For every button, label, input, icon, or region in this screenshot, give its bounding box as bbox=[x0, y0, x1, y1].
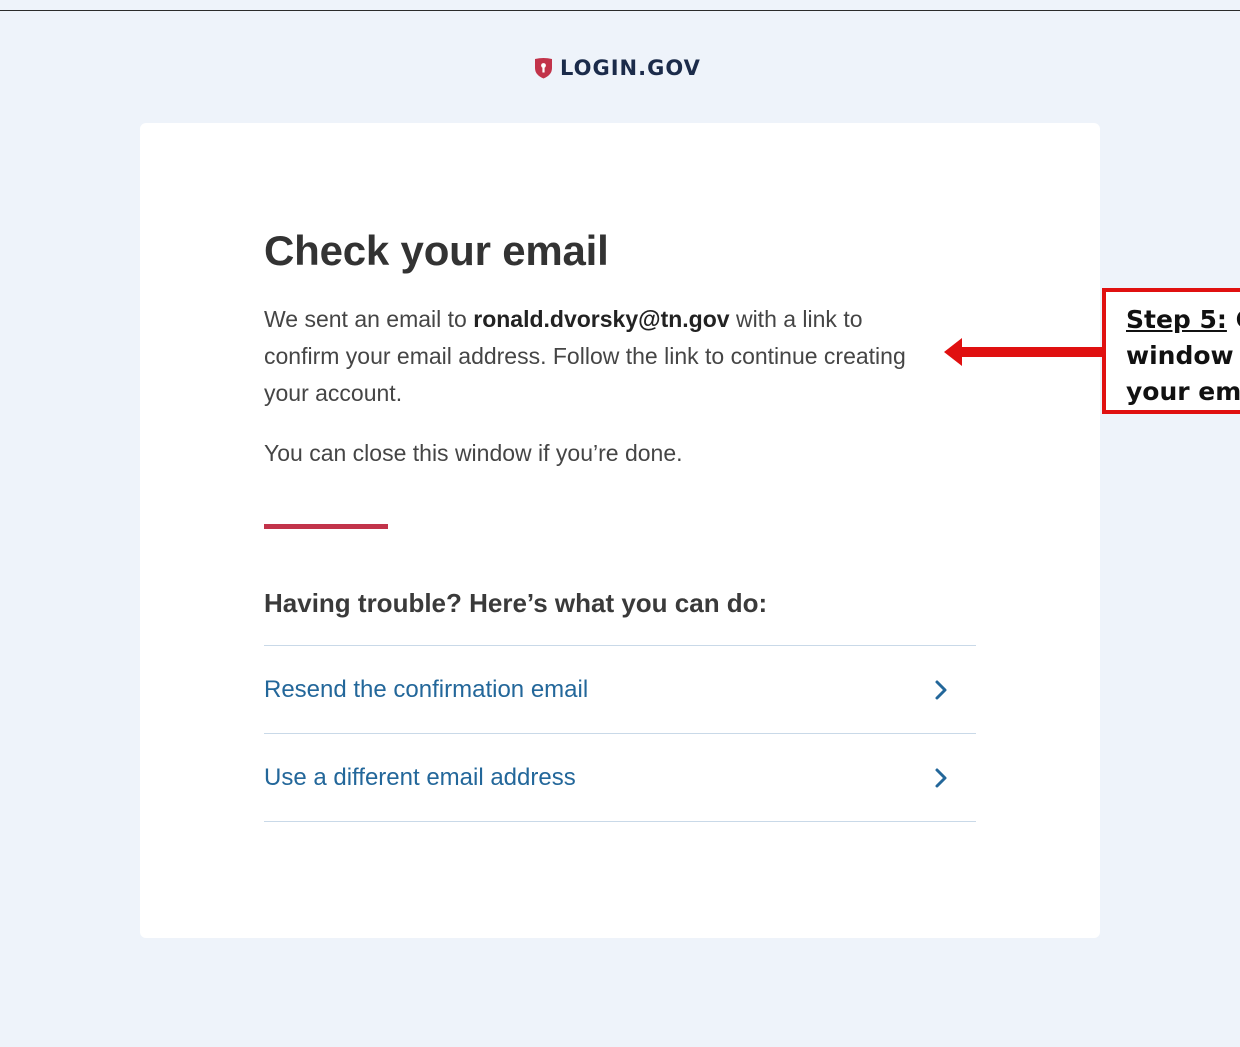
close-window-note: You can close this window if you’re done… bbox=[264, 440, 683, 466]
card-content: Check your email We sent an email to ron… bbox=[264, 223, 976, 822]
logo-text: LOGIN.GOV bbox=[560, 56, 701, 80]
trouble-heading: Having trouble? Here’s what you can do: bbox=[264, 588, 768, 618]
accent-divider bbox=[264, 524, 388, 529]
use-different-email-link[interactable]: Use a different email address bbox=[264, 734, 976, 822]
chevron-right-icon bbox=[926, 763, 956, 793]
page-title: Check your email bbox=[264, 227, 609, 274]
callout-line-2: window bbox=[1126, 341, 1234, 370]
top-divider bbox=[0, 10, 1240, 11]
email-address: ronald.dvorsky@tn.gov bbox=[473, 306, 730, 332]
resend-confirmation-link[interactable]: Resend the confirmation email bbox=[264, 646, 976, 734]
option-label: Use a different email address bbox=[264, 763, 576, 791]
callout-line-3: your em bbox=[1126, 377, 1240, 406]
shield-icon bbox=[534, 57, 553, 79]
callout-line-1: Step 5: C bbox=[1126, 302, 1240, 338]
annotation-arrow bbox=[944, 336, 1104, 373]
intro-text: We sent an email to ronald.dvorsky@tn.go… bbox=[264, 301, 944, 412]
trouble-options-list: Resend the confirmation email Use a diff… bbox=[264, 645, 976, 822]
login-gov-logo[interactable]: LOGIN.GOV bbox=[534, 55, 701, 81]
chevron-right-icon bbox=[926, 675, 956, 705]
step-label: Step 5: bbox=[1126, 305, 1227, 334]
main-card: Check your email We sent an email to ron… bbox=[140, 123, 1100, 938]
intro-prefix: We sent an email to bbox=[264, 306, 474, 332]
step-callout: Step 5: C window your em bbox=[1102, 288, 1240, 414]
step-text: C bbox=[1227, 305, 1240, 334]
option-label: Resend the confirmation email bbox=[264, 675, 589, 703]
